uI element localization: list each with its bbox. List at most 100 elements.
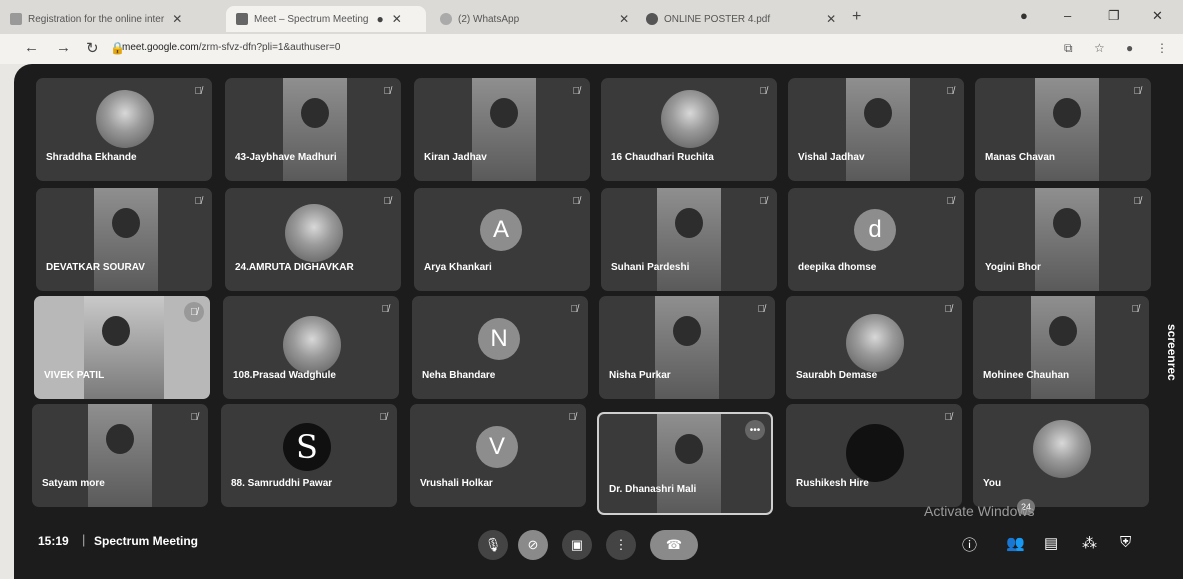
participant-tile[interactable]: Rushikesh Hire 🎙̸ [786, 404, 962, 507]
reload-icon[interactable]: ↻ [86, 39, 99, 57]
url-field[interactable]: meet.google.com/zrm-sfvz-dfn?pli=1&authu… [122, 42, 340, 53]
participant-video [846, 78, 910, 181]
participant-tile[interactable]: d deepika dhomse 🎙̸ [788, 188, 964, 291]
close-window-icon[interactable]: ✕ [1152, 8, 1163, 24]
participant-name: Saurabh Demase [796, 370, 878, 381]
activities-button[interactable]: ⁂ [1082, 534, 1097, 552]
participant-tile[interactable]: Nisha Purkar 🎙̸ [599, 296, 775, 399]
participant-name: VIVEK PATIL [44, 370, 105, 381]
participant-tile[interactable]: 24.AMRUTA DIGHAVKAR 🎙̸ [225, 188, 401, 291]
leave-call-button[interactable]: ☎ [650, 530, 698, 560]
participant-tile-self[interactable]: You [973, 404, 1149, 507]
close-tab-icon[interactable]: ✕ [172, 12, 182, 26]
host-controls-button[interactable]: ⛨ [1120, 534, 1131, 551]
participant-avatar [1033, 420, 1091, 478]
profile-avatar-icon[interactable]: ● [1126, 41, 1133, 55]
forward-icon[interactable]: → [56, 39, 71, 56]
participant-name: Vishal Jadhav [798, 152, 865, 163]
tab-registration[interactable]: Registration for the online inter ✕ [0, 6, 224, 32]
participant-tile[interactable]: Shraddha Ekhande 🎙̸ [36, 78, 212, 181]
participant-avatar [846, 314, 904, 372]
mic-muted-icon: 🎙̸ [759, 196, 768, 207]
camera-off-icon: ⊘ [527, 537, 539, 552]
participant-tile[interactable]: Suhani Pardeshi 🎙̸ [601, 188, 777, 291]
microphone-icon: 🎙 [484, 537, 502, 552]
participant-name: Arya Khankari [424, 262, 492, 273]
meet-stage: Shraddha Ekhande 🎙̸ 43-Jaybhave Madhuri … [14, 64, 1183, 579]
participant-name: Dr. Dhanashri Mali [609, 484, 697, 495]
hang-up-icon: ☎ [665, 537, 683, 552]
participant-tile[interactable]: Manas Chavan 🎙̸ [975, 78, 1151, 181]
mic-muted-icon: 🎙̸ [190, 412, 199, 423]
participant-video [84, 296, 164, 399]
participant-initial: S [283, 423, 331, 471]
account-circle-icon[interactable]: ● [1020, 8, 1028, 23]
participant-initial: d [854, 209, 896, 251]
participant-tile[interactable]: A Arya Khankari 🎙̸ [414, 188, 590, 291]
mic-muted-icon: 🎙̸ [946, 196, 955, 207]
participant-avatar [96, 90, 154, 148]
participant-initial: V [476, 426, 518, 468]
recording-dot-icon: ● [376, 12, 384, 26]
participant-tile[interactable]: Kiran Jadhav 🎙̸ [414, 78, 590, 181]
tab-whatsapp[interactable]: (2) WhatsApp ✕ [430, 6, 630, 32]
participant-tile[interactable]: VIVEK PATIL 🎙̸ [34, 296, 210, 399]
maximize-icon[interactable]: ❐ [1108, 8, 1120, 24]
present-screen-button[interactable]: ▣ [562, 530, 592, 560]
close-tab-icon[interactable]: ✕ [392, 12, 402, 26]
more-options-button[interactable]: ⋮ [606, 530, 636, 560]
participant-tile[interactable]: Yogini Bhor 🎙̸ [975, 188, 1151, 291]
participant-name: Satyam more [42, 478, 105, 489]
participant-name: Kiran Jadhav [424, 152, 487, 163]
translate-icon[interactable]: ⧉ [1064, 41, 1073, 56]
participant-name: 108.Prasad Wadghule [233, 370, 336, 381]
participant-name: 88. Samruddhi Pawar [231, 478, 333, 489]
close-tab-icon[interactable]: ✕ [619, 12, 629, 26]
back-icon[interactable]: ← [24, 39, 39, 56]
participant-name: 43-Jaybhave Madhuri [235, 152, 337, 163]
mic-muted-icon: 🎙̸ [944, 304, 953, 315]
people-button[interactable]: 👥 [1006, 534, 1025, 552]
mic-muted-icon: 🎙̸ [194, 86, 203, 97]
participant-video [1035, 78, 1099, 181]
participant-video [655, 296, 719, 399]
participant-video [657, 414, 721, 513]
minimize-icon[interactable]: – [1064, 8, 1071, 23]
participant-tile[interactable]: 16 Chaudhari Ruchita 🎙̸ [601, 78, 777, 181]
bookmark-star-icon[interactable]: ☆ [1094, 41, 1105, 55]
activate-windows-watermark: Activate Windows [924, 503, 1035, 519]
new-tab-icon[interactable]: + [852, 8, 861, 26]
participant-name: Shraddha Ekhande [46, 152, 137, 163]
participant-name: Nisha Purkar [609, 370, 671, 381]
microphone-button[interactable]: 🎙 [478, 530, 508, 560]
more-options-icon[interactable]: ••• [745, 420, 765, 440]
camera-off-button[interactable]: ⊘ [518, 530, 548, 560]
participant-tile[interactable]: Satyam more 🎙̸ [32, 404, 208, 507]
participant-video [472, 78, 536, 181]
tab-poster-pdf[interactable]: ONLINE POSTER 4.pdf ✕ [636, 6, 846, 32]
participant-tile-active-speaker[interactable]: Dr. Dhanashri Mali ••• [597, 412, 773, 515]
participant-name: deepika dhomse [798, 262, 877, 273]
tab-favicon-icon [646, 13, 658, 25]
close-tab-icon[interactable]: ✕ [826, 12, 836, 26]
participant-tile[interactable]: Vishal Jadhav 🎙̸ [788, 78, 964, 181]
participant-tile[interactable]: DEVATKAR SOURAV 🎙̸ [36, 188, 212, 291]
tab-favicon-icon [440, 13, 452, 25]
participant-name: Vrushali Holkar [420, 478, 493, 489]
participant-tile[interactable]: 108.Prasad Wadghule 🎙̸ [223, 296, 399, 399]
participant-name: Yogini Bhor [985, 262, 1041, 273]
participant-avatar [846, 424, 904, 482]
participant-tile[interactable]: Saurabh Demase 🎙̸ [786, 296, 962, 399]
browser-menu-icon[interactable]: ⋮ [1156, 41, 1168, 55]
participant-tile[interactable]: Mohinee Chauhan 🎙̸ [973, 296, 1149, 399]
chat-button[interactable]: ▤ [1044, 534, 1058, 552]
participant-tile[interactable]: 43-Jaybhave Madhuri 🎙̸ [225, 78, 401, 181]
meeting-details-button[interactable]: ⓘ [962, 534, 977, 555]
participant-initial: A [480, 209, 522, 251]
participant-tile[interactable]: N Neha Bhandare 🎙̸ [412, 296, 588, 399]
participant-tile[interactable]: V Vrushali Holkar 🎙̸ [410, 404, 586, 507]
mic-muted-icon: 🎙̸ [1133, 196, 1142, 207]
tab-meet[interactable]: Meet – Spectrum Meeting ● ✕ [226, 6, 426, 32]
participant-name: You [983, 478, 1002, 489]
participant-tile[interactable]: S 88. Samruddhi Pawar 🎙̸ [221, 404, 397, 507]
